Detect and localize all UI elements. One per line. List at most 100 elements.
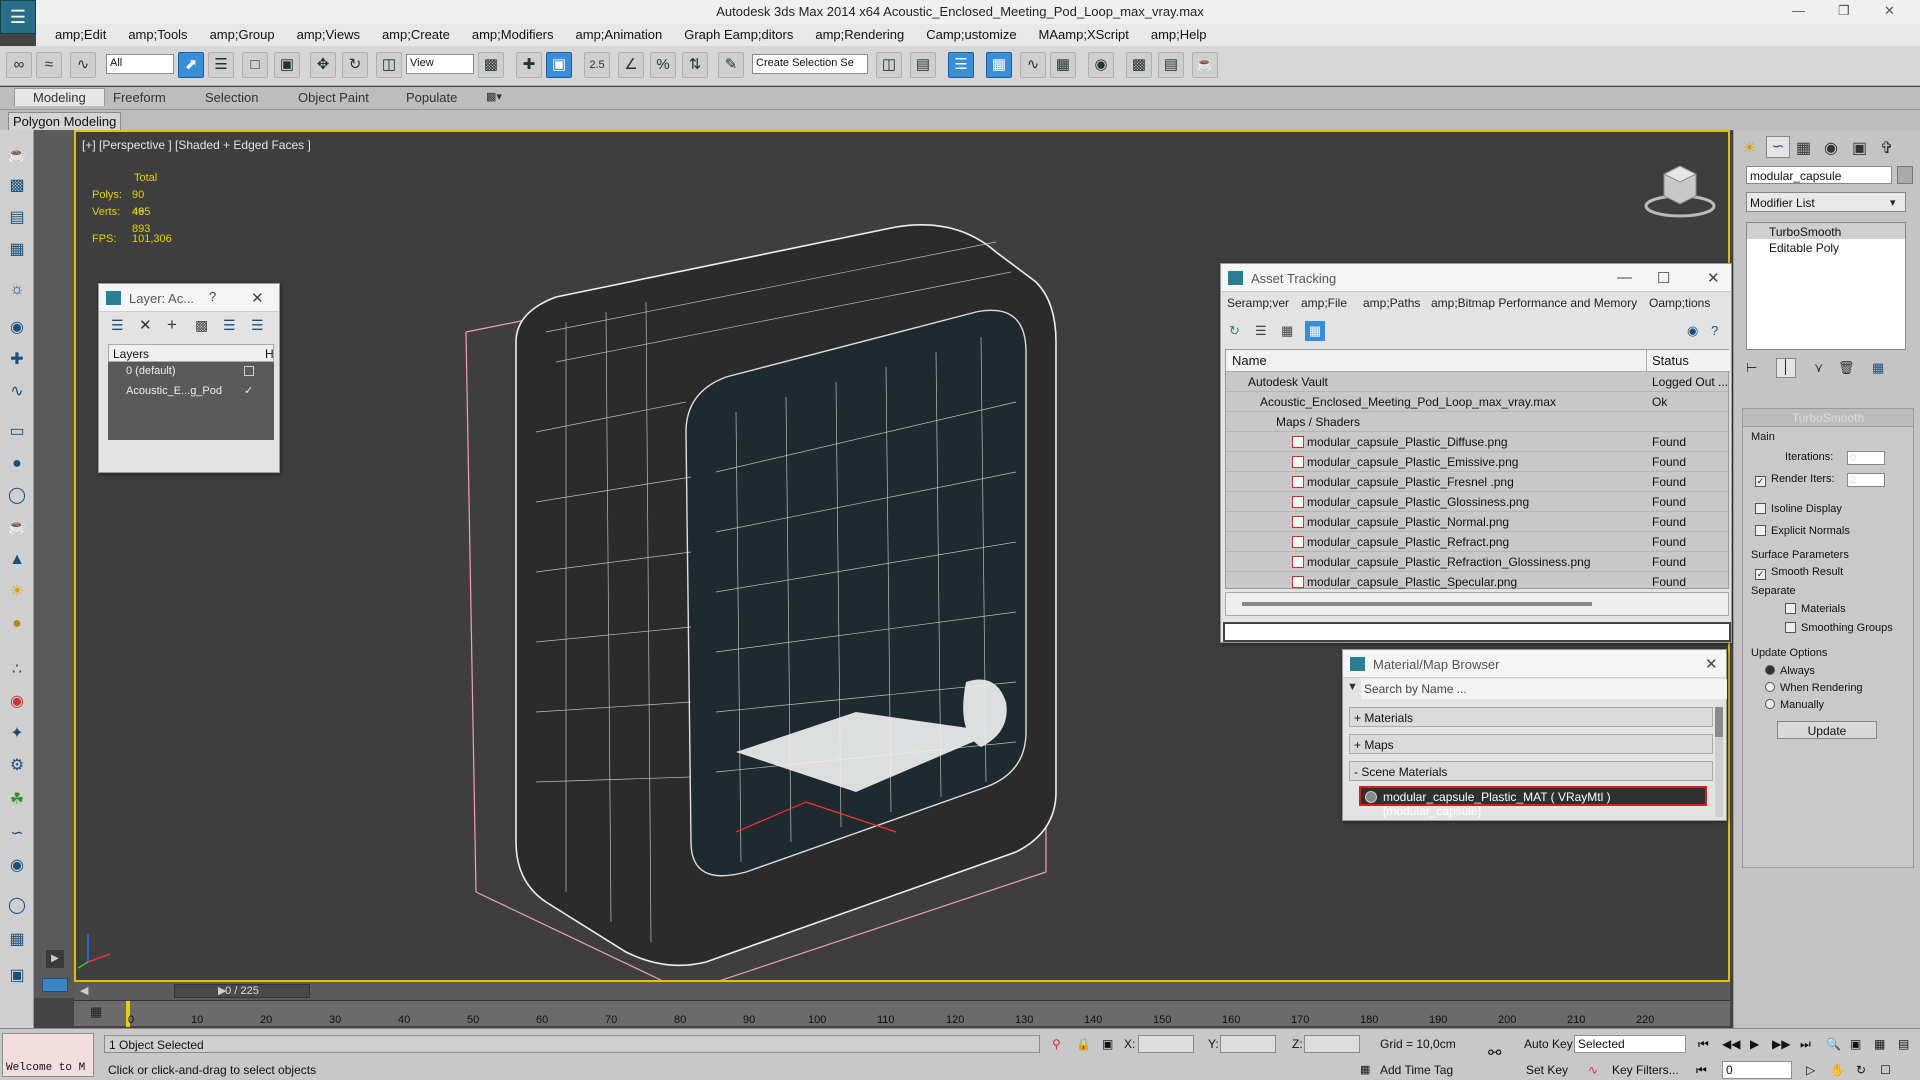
- select-rotate-icon[interactable]: ↻: [342, 52, 368, 78]
- scene-materials-section[interactable]: - Scene Materials: [1349, 761, 1713, 781]
- menu-tools[interactable]: amp;Tools: [117, 24, 198, 45]
- spacewarp-icon[interactable]: ∿: [4, 380, 30, 404]
- play-icon[interactable]: ▶: [1750, 1037, 1759, 1051]
- schematic-view-icon[interactable]: ▦: [1050, 52, 1076, 78]
- layers-column-header[interactable]: Layers: [113, 347, 149, 361]
- orbit-icon[interactable]: ↻: [1856, 1063, 1866, 1077]
- maxscript-listener[interactable]: Welcome to M: [2, 1033, 94, 1077]
- separate-smoothing-groups-checkbox[interactable]: [1785, 622, 1796, 633]
- tab-object-paint[interactable]: Object Paint: [298, 90, 369, 105]
- asset-row[interactable]: modular_capsule_Plastic_Refraction_Gloss…: [1226, 552, 1730, 572]
- minimize-icon[interactable]: —: [1792, 3, 1805, 18]
- menu-modifiers[interactable]: amp;Modifiers: [461, 24, 565, 45]
- select-scale-icon[interactable]: ◫: [376, 52, 402, 78]
- menu-paths[interactable]: amp;Paths: [1363, 296, 1420, 310]
- z-coordinate-field[interactable]: [1304, 1035, 1360, 1053]
- menu-file[interactable]: amp;File: [1301, 296, 1347, 310]
- tab-populate[interactable]: Populate: [406, 90, 457, 105]
- select-objects-icon[interactable]: ▩: [195, 317, 208, 334]
- tab-modeling[interactable]: Modeling: [14, 88, 105, 106]
- check-icon[interactable]: ✓: [244, 384, 253, 397]
- select-move-icon[interactable]: ✥: [310, 52, 336, 78]
- status-column-header[interactable]: Status: [1652, 353, 1689, 368]
- layer-explorer-window[interactable]: Layer: Ac... ? ✕ ☰ ✕ + ▩ ☰ ☰ Layers H 0 …: [98, 283, 280, 473]
- viewcube-icon[interactable]: [1642, 162, 1718, 222]
- scene-material-item[interactable]: modular_capsule_Plastic_MAT ( VRayMtl ) …: [1359, 786, 1707, 818]
- menu-server[interactable]: Seramp;ver: [1227, 296, 1289, 310]
- material-browser-titlebar[interactable]: Material/Map Browser ✕: [1343, 650, 1726, 678]
- y-coordinate-field[interactable]: [1220, 1035, 1276, 1053]
- smooth-result-checkbox[interactable]: ✓: [1755, 569, 1766, 580]
- viewport-layout-tab[interactable]: [42, 978, 68, 992]
- menu-help[interactable]: amp;Help: [1140, 24, 1218, 45]
- zoom-extents-icon[interactable]: ▦: [1874, 1037, 1885, 1051]
- bind-space-warp-icon[interactable]: ∿: [70, 52, 96, 78]
- close-icon[interactable]: ✕: [1705, 655, 1718, 673]
- x-coordinate-field[interactable]: [1138, 1035, 1194, 1053]
- sun-icon[interactable]: ☀: [4, 580, 30, 604]
- menu-rendering[interactable]: amp;Rendering: [804, 24, 915, 45]
- add-icon[interactable]: +: [167, 315, 177, 335]
- curve-editor-icon[interactable]: ∿: [1020, 52, 1046, 78]
- tree-view-icon[interactable]: ▦: [1281, 323, 1293, 339]
- selection-filter-select[interactable]: All: [106, 54, 174, 74]
- vertical-scrollbar[interactable]: [1715, 707, 1723, 817]
- always-radio[interactable]: [1765, 665, 1775, 675]
- close-icon[interactable]: ✕: [1884, 3, 1895, 19]
- asset-row[interactable]: modular_capsule_Plastic_Refract.png Found: [1226, 532, 1730, 552]
- layer-window-titlebar[interactable]: Layer: Ac... ? ✕: [99, 284, 279, 312]
- modifier-list-dropdown[interactable]: Modifier List: [1746, 192, 1906, 212]
- dynamics-icon[interactable]: ◉: [4, 690, 30, 714]
- menu-edit[interactable]: amp;Edit: [44, 24, 117, 45]
- table-view-icon[interactable]: ▦: [1305, 321, 1325, 341]
- pan-view-icon[interactable]: ✋: [1830, 1063, 1845, 1077]
- key-filter-curve-icon[interactable]: ∿: [1588, 1063, 1598, 1077]
- maximize-viewport-icon[interactable]: ☐: [1880, 1063, 1891, 1077]
- link-icon[interactable]: ∞: [6, 52, 32, 78]
- bones-icon[interactable]: ✦: [4, 722, 30, 746]
- scene-explorer-icon[interactable]: ▦: [986, 52, 1012, 78]
- stack-item-turbosmooth[interactable]: TurboSmooth: [1747, 223, 1905, 239]
- menu-animation[interactable]: amp;Animation: [565, 24, 674, 45]
- spinner-snap-icon[interactable]: ⇅: [682, 52, 708, 78]
- material-editor-icon[interactable]: ◉: [1088, 52, 1114, 78]
- key-mode-toggle-icon[interactable]: ⏮: [1696, 1063, 1707, 1078]
- render-production-icon[interactable]: ☕: [1192, 52, 1218, 78]
- mirror-icon[interactable]: ◫: [876, 52, 902, 78]
- rectangle-icon[interactable]: ▭: [4, 420, 30, 444]
- time-slider[interactable]: 0 / 225: [174, 984, 310, 998]
- track-bar[interactable]: ▦ 0 10 20 30 40 50 60 70 80 90 100 110 1…: [74, 1000, 1730, 1027]
- create-layer-icon[interactable]: ☰: [111, 317, 124, 334]
- name-column-header[interactable]: Name: [1232, 353, 1267, 368]
- list-view-icon[interactable]: ☰: [1255, 323, 1267, 339]
- key-icon[interactable]: ⚯: [1488, 1043, 1501, 1063]
- manually-radio[interactable]: [1765, 699, 1775, 709]
- render-icon[interactable]: ▣: [4, 964, 30, 988]
- close-icon[interactable]: ✕: [1707, 269, 1720, 287]
- sphere-icon[interactable]: ●: [4, 452, 30, 476]
- menu-group[interactable]: amp;Group: [199, 24, 286, 45]
- stack-item-editable-poly[interactable]: Editable Poly: [1747, 239, 1905, 255]
- search-input[interactable]: Search by Name ...: [1361, 679, 1727, 699]
- prev-frame-icon[interactable]: ◀: [80, 984, 88, 997]
- next-key-icon[interactable]: ▶▶: [1772, 1037, 1790, 1051]
- rendered-frame-window-icon[interactable]: ▤: [1158, 52, 1184, 78]
- camera-icon[interactable]: ◉: [4, 316, 30, 340]
- layer-explorer-icon[interactable]: ☰: [948, 52, 974, 78]
- restore-icon[interactable]: ❐: [1838, 3, 1850, 19]
- viewport-label[interactable]: [+] [Perspective ] [Shaded + Edged Faces…: [82, 138, 311, 152]
- angle-snap-icon[interactable]: ∠: [618, 52, 644, 78]
- turbosmooth-rollout-title[interactable]: TurboSmooth: [1743, 409, 1913, 427]
- menu-create[interactable]: amp;Create: [371, 24, 461, 45]
- current-frame-field[interactable]: 0: [1722, 1061, 1792, 1079]
- prev-key-icon[interactable]: ◀◀: [1722, 1037, 1740, 1051]
- layer-row[interactable]: 0 (default): [108, 362, 274, 382]
- polygon-modeling-button[interactable]: Polygon Modeling: [8, 112, 122, 131]
- display-tab-icon[interactable]: ▣: [1852, 138, 1867, 158]
- object-name-field[interactable]: modular_capsule: [1746, 166, 1892, 184]
- time-tag-icon[interactable]: ▦: [1360, 1063, 1370, 1076]
- scrollbar-thumb[interactable]: [1715, 707, 1723, 737]
- expand-arrow-icon[interactable]: ▶: [46, 950, 64, 968]
- delete-icon[interactable]: ✕: [139, 316, 152, 334]
- align-icon[interactable]: ▤: [910, 52, 936, 78]
